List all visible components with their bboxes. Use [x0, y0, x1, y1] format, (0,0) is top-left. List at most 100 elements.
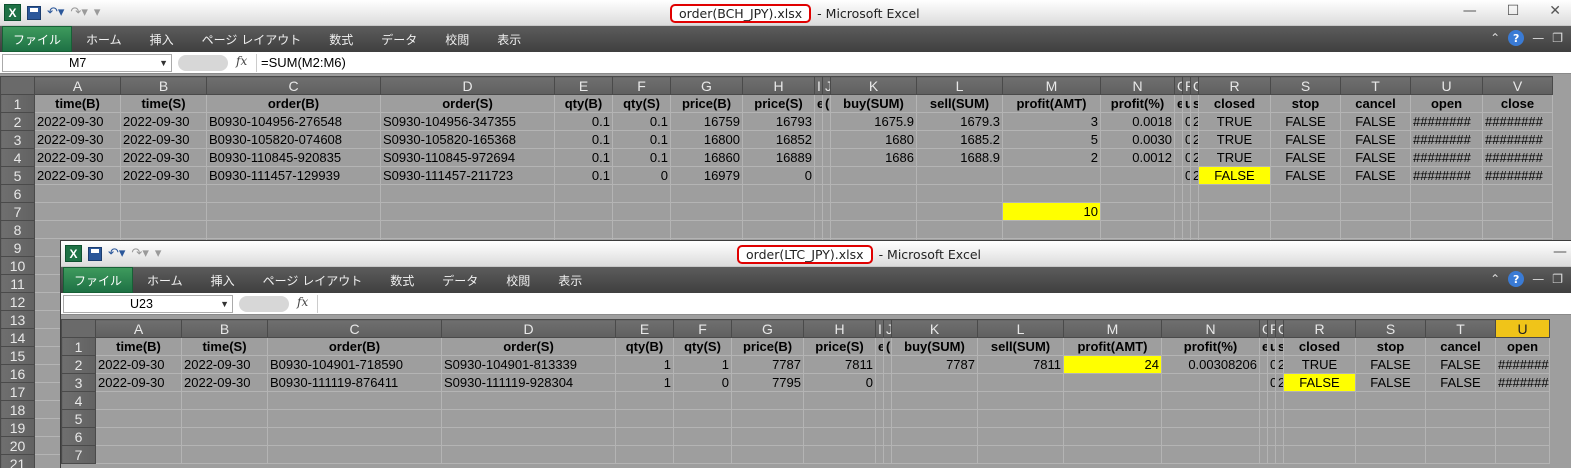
column-header[interactable]: A: [95, 319, 182, 338]
cell[interactable]: [814, 184, 823, 203]
cell[interactable]: [1161, 445, 1260, 464]
cell[interactable]: ########: [1410, 166, 1483, 185]
cell[interactable]: 0: [1267, 373, 1276, 392]
row-header[interactable]: 7: [0, 202, 35, 221]
cell[interactable]: (B: [822, 94, 831, 113]
cell[interactable]: [1002, 166, 1101, 185]
cell[interactable]: [1174, 166, 1183, 185]
cell[interactable]: profit(%): [1161, 337, 1260, 356]
cell[interactable]: 7811: [803, 355, 876, 374]
cell[interactable]: [1190, 184, 1199, 203]
maximize-icon[interactable]: ☐: [1507, 3, 1520, 19]
cell[interactable]: FALSE: [1270, 112, 1341, 131]
cell[interactable]: FALSE: [1340, 166, 1411, 185]
cell[interactable]: se: [1275, 337, 1284, 356]
row-header[interactable]: 18: [0, 400, 35, 419]
column-header[interactable]: K: [830, 76, 917, 95]
ribbon-tab[interactable]: 表示: [544, 267, 596, 293]
cell[interactable]: [814, 202, 823, 221]
ribbon-tab[interactable]: ホーム: [133, 267, 197, 293]
cell[interactable]: S0930-111457-211723: [380, 166, 555, 185]
cell[interactable]: [554, 220, 613, 239]
cell[interactable]: 2022-09-30: [120, 112, 207, 131]
cell[interactable]: 5: [1002, 130, 1101, 149]
save-icon[interactable]: [27, 5, 41, 20]
cell[interactable]: qty(S): [673, 337, 732, 356]
cell[interactable]: [1283, 409, 1356, 428]
column-header[interactable]: C: [206, 76, 381, 95]
cell[interactable]: [1340, 202, 1411, 221]
ribbon-tab[interactable]: 校閲: [492, 267, 544, 293]
cell[interactable]: [615, 445, 674, 464]
cell[interactable]: order(S): [380, 94, 555, 113]
function-icon[interactable]: fx: [236, 54, 247, 68]
cell[interactable]: [883, 427, 892, 446]
cell[interactable]: [1063, 427, 1162, 446]
column-header[interactable]: H: [803, 319, 876, 338]
cell[interactable]: FALSE: [1355, 355, 1426, 374]
row-header[interactable]: 8: [0, 220, 35, 239]
ribbon-tab[interactable]: 数式: [376, 267, 428, 293]
column-header[interactable]: U: [1495, 319, 1550, 338]
column-header[interactable]: T: [1425, 319, 1496, 338]
cell[interactable]: [441, 391, 616, 410]
cell[interactable]: 0: [1182, 130, 1191, 149]
cell[interactable]: [1174, 184, 1183, 203]
help-icon[interactable]: ?: [1508, 30, 1525, 46]
customize-toolbar-icon[interactable]: ▾: [155, 246, 162, 261]
cell[interactable]: 20: [1190, 130, 1199, 149]
cell[interactable]: [1174, 130, 1183, 149]
cell[interactable]: 0.0018: [1100, 112, 1175, 131]
cell[interactable]: [1275, 409, 1284, 428]
cell[interactable]: [612, 202, 671, 221]
cell[interactable]: [731, 409, 804, 428]
cell[interactable]: [1259, 409, 1268, 428]
column-header[interactable]: B: [120, 76, 207, 95]
cell[interactable]: [612, 184, 671, 203]
cell[interactable]: S0930-110845-972694: [380, 148, 555, 167]
cell[interactable]: profit(AMT): [1063, 337, 1162, 356]
restore-icon[interactable]: ❐: [1552, 31, 1563, 45]
ribbon-tab[interactable]: ホーム: [72, 26, 136, 52]
cell[interactable]: 1: [673, 355, 732, 374]
cell[interactable]: [916, 166, 1003, 185]
cell[interactable]: [120, 202, 207, 221]
cell[interactable]: FALSE: [1270, 166, 1341, 185]
cell[interactable]: [34, 202, 121, 221]
cell[interactable]: 16979: [670, 166, 743, 185]
cell[interactable]: 2022-09-30: [120, 148, 207, 167]
cell[interactable]: [120, 184, 207, 203]
cell[interactable]: 7795: [731, 373, 804, 392]
cell[interactable]: [673, 409, 732, 428]
ribbon-tab[interactable]: ページ レイアウト: [249, 267, 377, 293]
row-header[interactable]: 17: [0, 382, 35, 401]
cell[interactable]: se: [1190, 94, 1199, 113]
cell[interactable]: [1063, 373, 1162, 392]
cell[interactable]: [977, 409, 1064, 428]
cell[interactable]: [742, 184, 815, 203]
cell[interactable]: [1267, 409, 1276, 428]
cell[interactable]: [673, 445, 732, 464]
cell[interactable]: [1495, 445, 1550, 464]
cell[interactable]: [1161, 391, 1260, 410]
cell[interactable]: order(S): [441, 337, 616, 356]
cell[interactable]: S0930-105820-165368: [380, 130, 555, 149]
column-header[interactable]: F: [612, 76, 671, 95]
cell[interactable]: [1482, 202, 1553, 221]
cell[interactable]: 16759: [670, 112, 743, 131]
row-header[interactable]: 12: [0, 292, 35, 311]
column-header[interactable]: R: [1198, 76, 1271, 95]
cell[interactable]: [803, 409, 876, 428]
cell[interactable]: [1198, 184, 1271, 203]
cell[interactable]: [1495, 391, 1550, 410]
ribbon-collapse-icon[interactable]: ⌃: [1490, 31, 1500, 45]
cell[interactable]: 16889: [742, 148, 815, 167]
customize-toolbar-icon[interactable]: ▾: [94, 5, 101, 20]
cell[interactable]: 0: [803, 373, 876, 392]
redo-icon[interactable]: ↷▾: [131, 246, 148, 261]
cell[interactable]: [822, 112, 831, 131]
cell[interactable]: 2022-09-30: [34, 112, 121, 131]
cell[interactable]: [1259, 427, 1268, 446]
cell[interactable]: [95, 391, 182, 410]
cell[interactable]: 0.00308206: [1161, 355, 1260, 374]
